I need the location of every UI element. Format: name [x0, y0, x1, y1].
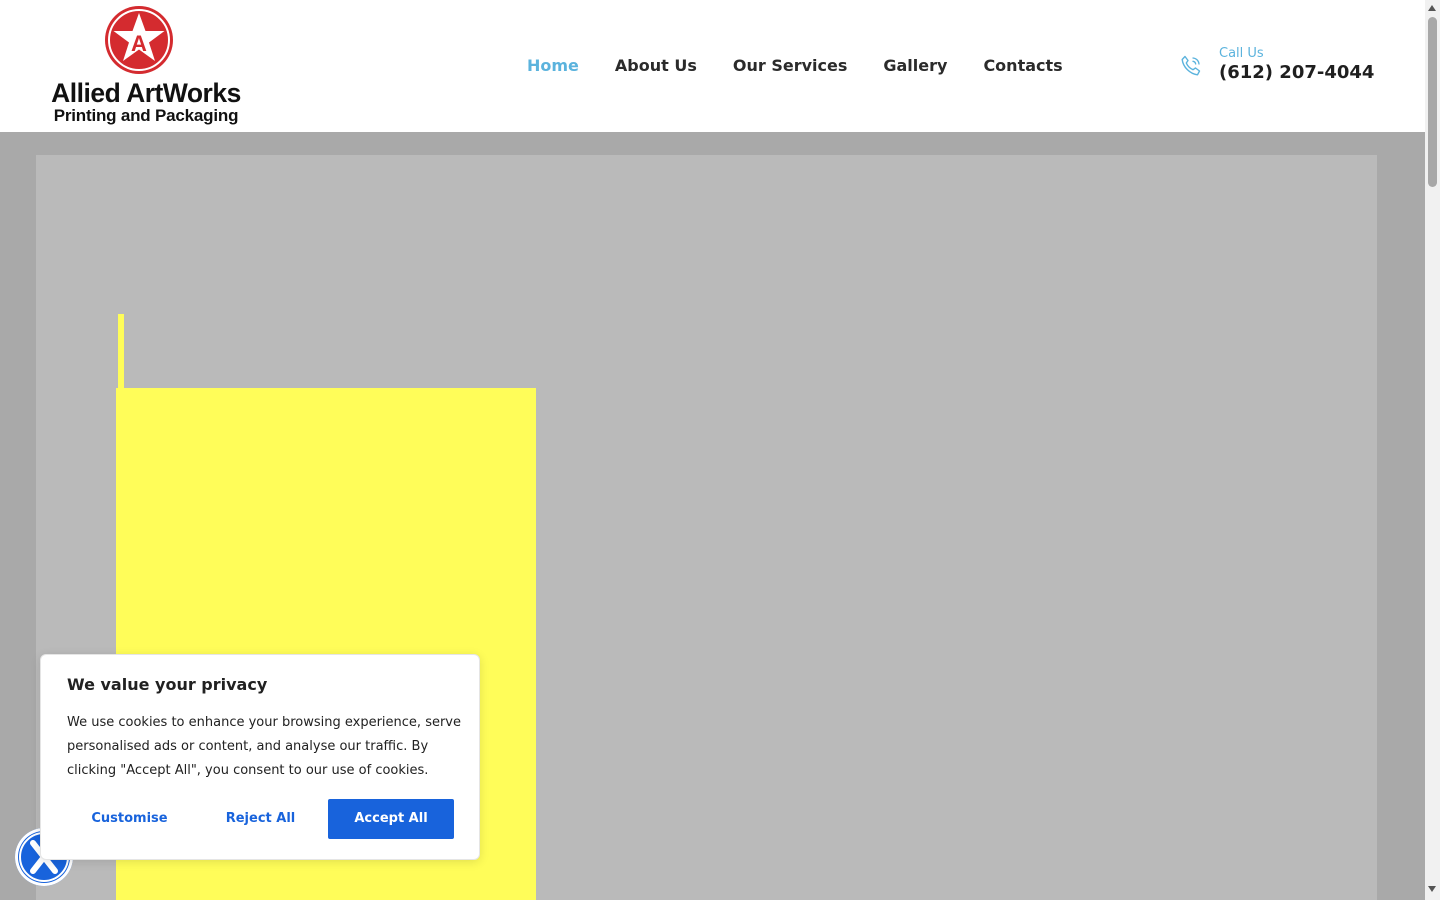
emblem-letter: A [131, 31, 147, 56]
cookie-consent-banner: We value your privacy We use cookies to … [40, 654, 480, 860]
customise-button[interactable]: Customise [67, 799, 192, 839]
main-nav: Home About Us Our Services Gallery Conta… [527, 52, 1063, 78]
cookie-buttons: Customise Reject All Accept All [67, 799, 454, 839]
call-us-label: Call Us [1219, 46, 1264, 61]
scroll-thumb[interactable] [1428, 17, 1437, 187]
accept-all-button[interactable]: Accept All [328, 799, 454, 839]
cookie-title: We value your privacy [67, 675, 268, 694]
nav-gallery[interactable]: Gallery [883, 56, 947, 75]
scroll-up-arrow-icon[interactable] [1428, 5, 1436, 11]
cookie-description: We use cookies to enhance your browsing … [67, 715, 461, 778]
page-scrollbar[interactable] [1425, 0, 1440, 900]
logo-title: Allied ArtWorks [51, 78, 241, 108]
scroll-down-arrow-icon[interactable] [1428, 886, 1436, 892]
nav-contacts[interactable]: Contacts [983, 56, 1062, 75]
phone-number[interactable]: (612) 207-4044 [1219, 62, 1374, 83]
site-logo[interactable]: A Allied ArtWorks Printing and Packaging [48, 4, 248, 128]
nav-about-us[interactable]: About Us [615, 56, 697, 75]
reject-all-button[interactable]: Reject All [198, 799, 323, 839]
star-emblem-icon: A [105, 6, 173, 74]
site-header: A Allied ArtWorks Printing and Packaging… [0, 0, 1425, 132]
call-us-block[interactable]: Call Us (612) 207-4044 [1178, 44, 1378, 92]
hero-accent-line [118, 314, 124, 389]
nav-home[interactable]: Home [527, 56, 579, 75]
logo-subtitle: Printing and Packaging [53, 106, 239, 125]
nav-our-services[interactable]: Our Services [733, 56, 848, 75]
phone-icon [1181, 55, 1201, 76]
